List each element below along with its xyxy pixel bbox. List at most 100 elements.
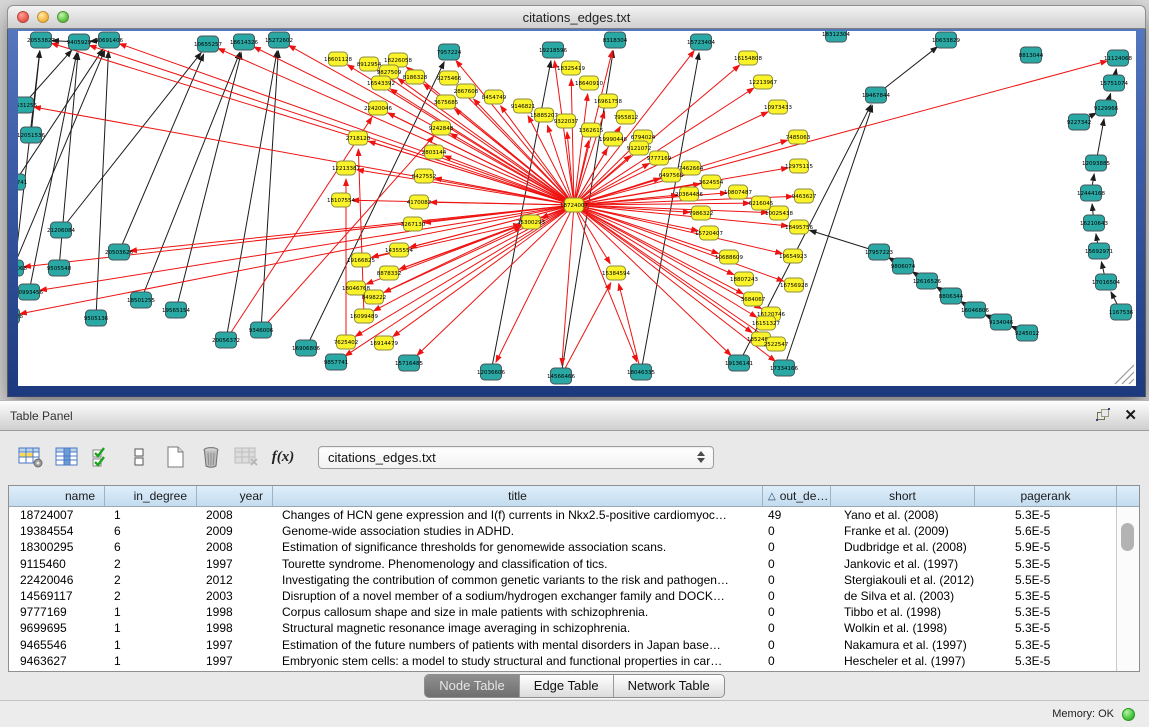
table-cell-year[interactable]: 2008 [197, 539, 273, 555]
graph-node[interactable]: 7955812 [614, 110, 639, 124]
graph-node[interactable]: 19136141 [725, 355, 753, 371]
graph-node[interactable]: 19218596 [539, 42, 567, 58]
graph-node[interactable]: 16154808 [734, 51, 762, 65]
graph-node[interactable]: 8878332 [377, 266, 402, 280]
column-header-title[interactable]: title [273, 486, 763, 506]
table-cell-year[interactable]: 1997 [197, 556, 273, 572]
table-cell-in_degree[interactable]: 1 [105, 620, 197, 636]
graph-node[interactable]: 20364486 [675, 187, 703, 201]
table-cell-name[interactable]: 9699695 [9, 620, 105, 636]
table-cell-in_degree[interactable]: 2 [105, 572, 197, 588]
table-cell-name[interactable]: 9465546 [9, 637, 105, 653]
graph-node[interactable]: 8318304 [603, 32, 628, 48]
graph-node[interactable]: 18614326 [230, 34, 258, 50]
table-cell-in_degree[interactable]: 1 [105, 637, 197, 653]
graph-node[interactable]: 1167536 [1109, 304, 1134, 320]
table-cell-short[interactable]: Yano et al. (2008) [831, 507, 975, 523]
table-cell-pagerank[interactable]: 5.3E-5 [975, 556, 1117, 572]
table-cell-name[interactable]: 9115460 [9, 556, 105, 572]
row-height-icon[interactable] [124, 442, 154, 472]
new-table-icon[interactable] [160, 442, 190, 472]
graph-node[interactable]: 10973433 [764, 100, 792, 114]
table-cell-name[interactable]: 18724007 [9, 507, 105, 523]
table-cell-year[interactable]: 2008 [197, 507, 273, 523]
table-cell-pagerank[interactable]: 5.5E-5 [975, 572, 1117, 588]
graph-node[interactable]: 18501255 [127, 292, 155, 308]
table-cell-short[interactable]: Dudbridge et al. (2008) [831, 539, 975, 555]
graph-node[interactable]: 19467844 [862, 87, 890, 103]
graph-node[interactable]: 15384594 [602, 266, 630, 280]
graph-node[interactable]: 10807487 [724, 185, 752, 199]
table-cell-pagerank[interactable]: 5.3E-5 [975, 604, 1117, 620]
graph-node[interactable]: 3675685 [434, 95, 459, 109]
table-cell-title[interactable]: Tourette syndrome. Phenomenology and cla… [273, 556, 763, 572]
select-columns-icon[interactable] [88, 442, 118, 472]
graph-node[interactable]: 12213387 [332, 161, 360, 175]
table-row[interactable]: 946554611997Estimation of the future num… [9, 637, 1139, 653]
graph-node[interactable]: 18640910 [575, 76, 603, 90]
graph-node[interactable]: 18601128 [324, 52, 352, 66]
graph-node[interactable]: 7986322 [689, 206, 714, 220]
graph-node[interactable]: 9134046 [989, 314, 1014, 330]
graph-node[interactable]: 20056372 [212, 332, 240, 348]
graph-node[interactable]: 14566466 [547, 368, 575, 384]
graph-node[interactable]: 12616526 [913, 273, 941, 289]
graph-node[interactable]: 8504741 [18, 174, 27, 190]
graph-node[interactable]: 19654923 [779, 249, 807, 263]
table-cell-in_degree[interactable]: 1 [105, 604, 197, 620]
graph-node[interactable]: 2522547 [764, 337, 789, 351]
table-cell-title[interactable]: Disruption of a novel member of a sodium… [273, 588, 763, 604]
column-header-year[interactable]: year [197, 486, 273, 506]
table-cell-pagerank[interactable]: 5.3E-5 [975, 620, 1117, 636]
graph-node[interactable]: 11003128 [18, 308, 23, 324]
graph-node[interactable]: 15751074 [1100, 75, 1128, 91]
table-row[interactable]: 977716911998Corpus callosum shape and si… [9, 604, 1139, 620]
table-row[interactable]: 1830029562008Estimation of significance … [9, 539, 1139, 555]
table-cell-year[interactable]: 1997 [197, 637, 273, 653]
function-builder-icon[interactable]: f(x) [268, 442, 298, 472]
graph-node[interactable]: 8912954 [357, 57, 382, 71]
graph-node[interactable]: 7485063 [786, 130, 811, 144]
graph-node[interactable]: 16914479 [370, 336, 398, 350]
table-cell-year[interactable]: 1998 [197, 604, 273, 620]
table-cell-out_de[interactable]: 0 [763, 653, 831, 669]
graph-node[interactable]: 15720407 [695, 226, 723, 240]
graph-node[interactable]: 9777169 [647, 151, 672, 165]
table-cell-in_degree[interactable]: 1 [105, 507, 197, 523]
network-canvas-area[interactable]: 1872400718601128891295418226058982750916… [18, 31, 1136, 386]
table-row[interactable]: 1938455462009Genome-wide association stu… [9, 523, 1139, 539]
graph-node[interactable]: 19565154 [162, 302, 190, 318]
table-cell-out_de[interactable]: 0 [763, 539, 831, 555]
graph-node[interactable]: 1362615 [579, 123, 604, 137]
table-cell-out_de[interactable]: 0 [763, 588, 831, 604]
table-row[interactable]: 946362711997Embryonic stem cells: a mode… [9, 653, 1139, 669]
table-cell-out_de[interactable]: 0 [763, 523, 831, 539]
graph-node[interactable]: 16756928 [780, 278, 808, 292]
table-cell-in_degree[interactable]: 1 [105, 653, 197, 669]
table-row[interactable]: 969969511998Structural magnetic resonanc… [9, 620, 1139, 636]
column-header-out_de[interactable]: △out_de… [763, 486, 831, 506]
table-cell-short[interactable]: Wolkin et al. (1998) [831, 620, 975, 636]
graph-node[interactable]: 18325419 [557, 61, 585, 75]
graph-node[interactable]: 3267130 [401, 217, 426, 231]
column-header-short[interactable]: short [831, 486, 975, 506]
scrollbar-thumb[interactable] [1121, 523, 1134, 551]
table-cell-title[interactable]: Estimation of significance thresholds fo… [273, 539, 763, 555]
table-cell-title[interactable]: Investigating the contribution of common… [273, 572, 763, 588]
graph-node[interactable]: 8806344 [939, 288, 964, 304]
graph-node[interactable]: 4170082 [407, 195, 432, 209]
table-cell-in_degree[interactable]: 6 [105, 539, 197, 555]
resize-grip-icon[interactable] [1115, 365, 1134, 384]
table-cell-pagerank[interactable]: 5.3E-5 [975, 637, 1117, 653]
graph-node[interactable]: 16906806 [292, 340, 320, 356]
window-titlebar[interactable]: citations_edges.txt [7, 5, 1146, 29]
graph-node[interactable]: 3684067 [741, 292, 766, 306]
table-cell-out_de[interactable]: 0 [763, 637, 831, 653]
table-cell-pagerank[interactable]: 5.6E-5 [975, 523, 1117, 539]
table-cell-out_de[interactable]: 0 [763, 620, 831, 636]
graph-node[interactable]: 9146821 [511, 99, 536, 113]
graph-node[interactable]: 8454749 [482, 90, 507, 104]
table-cell-title[interactable]: Structural magnetic resonance image aver… [273, 620, 763, 636]
graph-node[interactable]: 17334166 [770, 360, 798, 376]
graph-node[interactable]: 3624554 [699, 175, 724, 189]
